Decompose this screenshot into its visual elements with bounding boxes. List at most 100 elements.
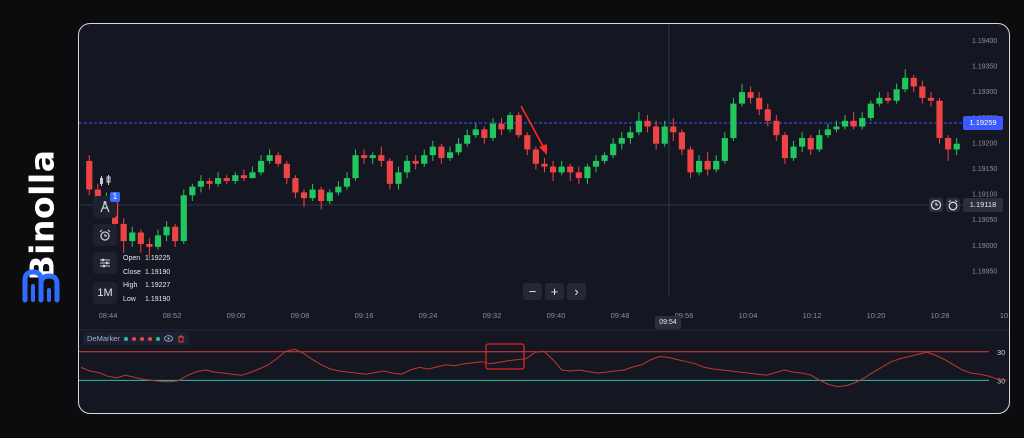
candle-body: [386, 160, 393, 184]
candle-body: [438, 146, 445, 159]
color-dot: [139, 336, 144, 341]
candle-body: [764, 109, 771, 121]
time-tick-label: 09:24: [419, 311, 438, 320]
ohlc-row-close: Close 1.19190: [123, 268, 171, 276]
candle-body: [807, 137, 814, 150]
ohlc-legend: Open 1.19225 Close 1.19190 High 1.19227 Low…: [123, 252, 170, 306]
candle-body: [790, 146, 797, 159]
price-tick-label: 1.19200: [972, 140, 997, 147]
candle-body: [421, 155, 428, 164]
candle-body: [137, 232, 144, 244]
brand-sidebar: Binolla: [8, 0, 72, 438]
candle-body: [953, 143, 960, 150]
candle-body: [266, 155, 273, 161]
candle-body: [146, 243, 153, 247]
trash-icon[interactable]: [177, 335, 185, 343]
candle-body: [403, 160, 411, 173]
add-alert-button[interactable]: [946, 198, 960, 212]
candle-body: [309, 189, 316, 199]
candle-body: [232, 175, 239, 181]
candle-body: [472, 129, 479, 136]
candle-body: [412, 160, 419, 164]
candle-body: [446, 152, 454, 159]
demarker-lower-label: 30: [997, 376, 1005, 385]
candle-body: [747, 92, 754, 98]
annotation-arrowhead: [539, 144, 547, 155]
candle-body: [481, 129, 488, 138]
candle-body: [824, 129, 831, 136]
candle-body: [189, 186, 196, 196]
alert-button[interactable]: [93, 224, 117, 246]
candle-body: [275, 155, 282, 164]
candle-body: [335, 186, 342, 193]
candle-body: [378, 155, 385, 161]
candle-body: [601, 155, 608, 161]
ohlc-row-low: Low 1.19190: [123, 295, 171, 303]
candle-body: [524, 135, 531, 150]
candle-body: [627, 132, 634, 138]
candle-body: [429, 146, 436, 156]
candle-body: [489, 123, 497, 138]
candle-body: [584, 166, 591, 179]
time-tick-label: 09:16: [355, 311, 374, 320]
drawing-tool-button[interactable]: 1: [93, 192, 120, 218]
candle-body: [172, 226, 179, 242]
chart-panel[interactable]: 1.194001.193501.193001.192501.192001.191…: [78, 23, 1010, 414]
time-tick-label: 10:28: [931, 311, 950, 320]
candle-body: [610, 143, 617, 156]
candle-body: [833, 126, 840, 130]
candle-body: [816, 135, 823, 150]
zoom-out-button[interactable]: −: [523, 283, 542, 300]
candle-body: [129, 232, 136, 242]
candle-body: [876, 97, 883, 104]
zoom-controls: − + ›: [523, 283, 586, 300]
eye-icon[interactable]: [163, 335, 173, 342]
candle-body: [197, 180, 205, 187]
candle-body: [859, 117, 866, 127]
candle-body: [206, 180, 213, 184]
candle-body: [704, 160, 711, 170]
ohlc-row-open: Open 1.19225: [123, 255, 171, 262]
indicators-button[interactable]: [93, 252, 117, 274]
price-tick-label: 1.19150: [972, 166, 997, 173]
ohlc-row-high: High 1.19227: [123, 282, 171, 289]
time-tick-label: 09:48: [611, 311, 630, 320]
time-tick-label: 08:52: [163, 311, 182, 320]
candle-body: [86, 160, 93, 190]
candle-body: [575, 172, 582, 179]
candle-type-button[interactable]: [93, 170, 117, 192]
color-dot: [155, 336, 160, 341]
candle-body: [300, 192, 308, 199]
candle-body: [343, 178, 351, 187]
time-tick-label: 09:00: [227, 311, 246, 320]
candle-body: [541, 163, 548, 167]
indicator-legend[interactable]: DeMarker: [83, 332, 189, 345]
zoom-in-button[interactable]: +: [545, 283, 564, 300]
sliders-icon: [100, 258, 110, 268]
scroll-right-button[interactable]: ›: [567, 283, 586, 300]
crosshair-time-label: 09:54: [655, 316, 681, 329]
candle-body: [661, 126, 668, 144]
price-chart[interactable]: 1.194001.193501.193001.192501.192001.191…: [79, 24, 1010, 414]
time-tick-label: 09:32: [483, 311, 502, 320]
price-tick-label: 1.19300: [972, 89, 997, 96]
price-tick-label: 1.19050: [972, 217, 997, 224]
candle-body: [773, 120, 780, 136]
demarker-line: [80, 348, 1008, 388]
candle-body: [120, 223, 127, 242]
candle-body: [215, 178, 222, 184]
current-price-label: 1.19259: [963, 116, 1003, 130]
color-dot: [131, 336, 136, 341]
candle-body: [257, 160, 265, 173]
clock-button[interactable]: [929, 198, 943, 212]
candle-body: [223, 178, 230, 181]
candle-body: [936, 100, 943, 138]
candle-body: [498, 123, 505, 130]
time-tick-label: 10:12: [803, 311, 822, 320]
candle-body: [249, 172, 256, 179]
candle-body: [799, 137, 806, 147]
candle-body: [756, 97, 763, 110]
timeframe-button[interactable]: 1M: [93, 282, 117, 304]
candle-body: [738, 92, 746, 104]
brand-name: Binolla: [22, 149, 62, 281]
